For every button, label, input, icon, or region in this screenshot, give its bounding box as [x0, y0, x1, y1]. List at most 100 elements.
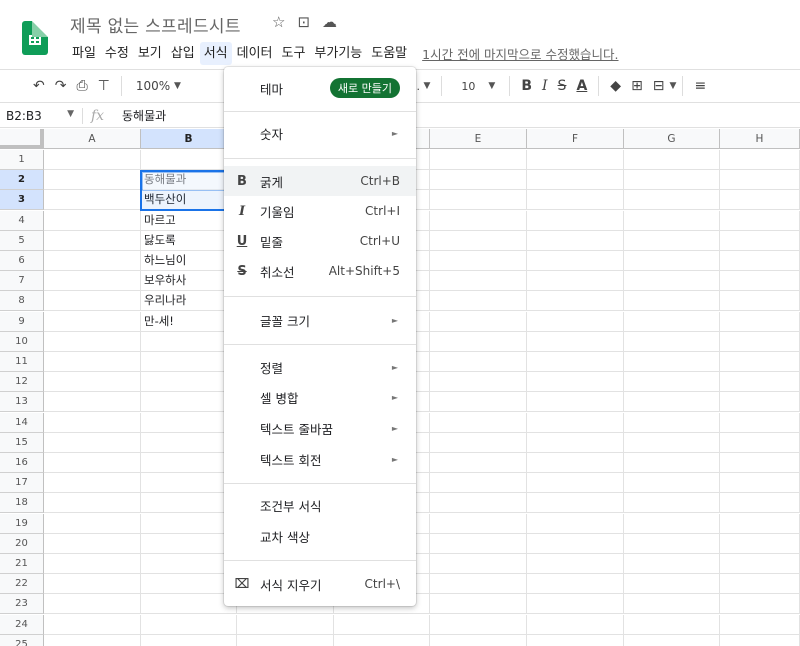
grid-cell[interactable] — [527, 513, 624, 534]
grid-cell[interactable] — [44, 634, 141, 646]
merge-cells-icon[interactable]: ⊟ — [648, 74, 670, 98]
grid-cell[interactable] — [430, 533, 527, 554]
grid-cell[interactable] — [44, 453, 141, 473]
grid-cell[interactable]: 닳도록 — [141, 230, 237, 251]
row-header[interactable]: 7 — [0, 271, 44, 292]
grid-cell[interactable] — [720, 392, 800, 413]
grid-cell[interactable] — [527, 291, 624, 312]
grid-cell[interactable] — [527, 554, 624, 574]
column-header[interactable]: F — [527, 129, 624, 149]
row-header[interactable]: 9 — [0, 311, 44, 332]
grid-cell[interactable] — [44, 372, 141, 393]
borders-icon[interactable]: ⊞ — [626, 74, 648, 98]
star-icon[interactable]: ☆ — [272, 13, 285, 31]
grid-cell[interactable] — [430, 372, 527, 393]
row-header[interactable]: 20 — [0, 533, 44, 554]
grid-cell[interactable] — [720, 352, 800, 372]
grid-cell[interactable] — [624, 614, 720, 635]
grid-cell[interactable] — [44, 271, 141, 292]
grid-cell[interactable] — [624, 251, 720, 271]
grid-cell[interactable]: 마르고 — [141, 210, 237, 231]
menu-strikethrough[interactable]: S 취소선 Alt+Shift+5 — [224, 256, 416, 286]
grid-cell[interactable] — [527, 331, 624, 352]
font-size-select[interactable]: 10 — [448, 74, 488, 98]
grid-cell[interactable] — [430, 392, 527, 413]
row-header[interactable]: 5 — [0, 230, 44, 251]
row-header[interactable]: 17 — [0, 473, 44, 494]
grid-cell[interactable] — [430, 352, 527, 372]
menu-text-wrap[interactable]: 텍스트 줄바꿈 ► — [224, 413, 416, 443]
column-header[interactable]: H — [720, 129, 800, 149]
grid-cell[interactable]: 만-세! — [141, 311, 237, 332]
grid-cell[interactable] — [141, 412, 237, 433]
grid-cell[interactable] — [141, 352, 237, 372]
grid-cell[interactable] — [430, 473, 527, 494]
cloud-status-icon[interactable]: ☁ — [322, 13, 337, 31]
grid-cell[interactable] — [44, 432, 141, 453]
grid-cell[interactable] — [527, 271, 624, 292]
grid-cell[interactable] — [430, 453, 527, 473]
menu-italic[interactable]: I 기울임 Ctrl+I — [224, 196, 416, 226]
grid-cell[interactable] — [720, 271, 800, 292]
chevron-down-icon[interactable]: ▼ — [670, 81, 677, 91]
grid-cell[interactable] — [720, 311, 800, 332]
menu-tools[interactable]: 도구 — [278, 42, 310, 65]
grid-cell[interactable] — [720, 473, 800, 494]
grid-cell[interactable] — [44, 352, 141, 372]
grid-cell[interactable]: 동해물과 — [141, 170, 237, 191]
grid-cell[interactable] — [430, 150, 527, 170]
grid-cell[interactable] — [44, 311, 141, 332]
grid-cell[interactable] — [527, 372, 624, 393]
grid-cell[interactable] — [720, 372, 800, 393]
grid-cell[interactable] — [430, 412, 527, 433]
grid-cell[interactable] — [430, 291, 527, 312]
grid-cell[interactable] — [624, 574, 720, 595]
row-header[interactable]: 4 — [0, 210, 44, 231]
print-icon[interactable]: ⎙ — [71, 74, 92, 98]
grid-cell[interactable] — [527, 574, 624, 595]
row-header[interactable]: 14 — [0, 412, 44, 433]
grid-cell[interactable] — [141, 331, 237, 352]
grid-cell[interactable] — [141, 513, 237, 534]
grid-cell[interactable] — [141, 372, 237, 393]
row-header[interactable]: 2 — [0, 170, 44, 191]
row-header[interactable]: 1 — [0, 150, 44, 170]
italic-button[interactable]: I — [537, 74, 553, 98]
row-header[interactable]: 16 — [0, 453, 44, 473]
grid-cell[interactable] — [430, 594, 527, 615]
grid-cell[interactable] — [44, 412, 141, 433]
grid-cell[interactable] — [720, 251, 800, 271]
grid-cell[interactable] — [624, 271, 720, 292]
grid-cell[interactable] — [624, 291, 720, 312]
menu-file[interactable]: 파일 — [68, 42, 100, 65]
menu-insert[interactable]: 삽입 — [167, 42, 199, 65]
grid-cell[interactable] — [527, 190, 624, 211]
grid-cell[interactable] — [527, 432, 624, 453]
row-header[interactable]: 18 — [0, 493, 44, 514]
grid-cell[interactable] — [720, 554, 800, 574]
row-header[interactable]: 22 — [0, 574, 44, 595]
grid-cell[interactable] — [430, 331, 527, 352]
grid-cell[interactable] — [624, 634, 720, 646]
menu-text-rotate[interactable]: 텍스트 회전 ► — [224, 444, 416, 474]
grid-cell[interactable] — [624, 533, 720, 554]
row-header[interactable]: 10 — [0, 331, 44, 352]
chevron-down-icon[interactable]: ▼ — [488, 81, 495, 91]
grid-cell[interactable] — [527, 251, 624, 271]
grid-cell[interactable] — [44, 392, 141, 413]
undo-icon[interactable]: ↶ — [28, 74, 50, 98]
grid-cell[interactable] — [527, 150, 624, 170]
align-icon[interactable]: ≡ — [689, 74, 711, 98]
grid-cell[interactable] — [141, 392, 237, 413]
grid-cell[interactable] — [527, 412, 624, 433]
row-header[interactable]: 19 — [0, 513, 44, 534]
grid-cell[interactable] — [141, 614, 237, 635]
grid-cell[interactable]: 백두산이 — [141, 190, 237, 211]
row-header[interactable]: 21 — [0, 554, 44, 574]
formula-input[interactable]: 동해물과 — [118, 107, 166, 124]
grid-cell[interactable] — [720, 634, 800, 646]
grid-cell[interactable] — [44, 291, 141, 312]
grid-cell[interactable] — [624, 311, 720, 332]
menu-conditional-format[interactable]: 조건부 서식 — [224, 490, 416, 520]
select-all-corner[interactable] — [0, 129, 44, 149]
